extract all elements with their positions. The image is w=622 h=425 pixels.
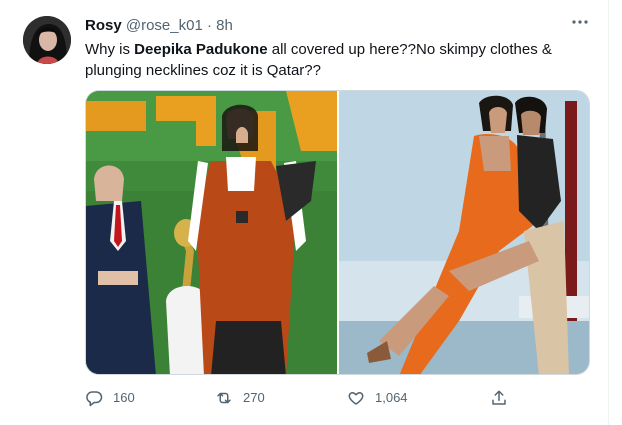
user-handle[interactable]: @rose_k01 [126, 17, 203, 34]
retweet-button[interactable]: 270 [215, 388, 265, 408]
tweet-text-mention: Deepika Padukone [134, 41, 268, 58]
reply-button[interactable]: 160 [85, 388, 135, 408]
timestamp[interactable]: 8h [216, 17, 233, 34]
reply-count: 160 [113, 390, 135, 405]
tweet-header: Rosy @rose_k01 · 8h [85, 17, 233, 35]
more-icon[interactable] [570, 12, 590, 32]
like-button[interactable]: 1,064 [347, 388, 408, 408]
media-image-left[interactable] [86, 91, 337, 374]
like-count: 1,064 [375, 390, 408, 405]
like-icon [348, 392, 364, 405]
share-icon [492, 390, 506, 405]
reply-icon [86, 391, 103, 407]
tweet-card[interactable]: Rosy @rose_k01 · 8h Why is Deepika Paduk… [0, 0, 609, 425]
media-image-right[interactable] [339, 91, 589, 374]
retweet-icon [217, 392, 231, 404]
action-bar: 160 270 1,064 [85, 388, 590, 408]
tweet-text-part1: Why is [85, 41, 135, 58]
share-button[interactable] [490, 388, 518, 408]
separator: · [206, 17, 212, 34]
retweet-count: 270 [243, 390, 265, 405]
tweet-media [85, 90, 590, 375]
display-name[interactable]: Rosy [85, 17, 122, 34]
avatar[interactable] [23, 16, 71, 64]
tweet-text: Why is Deepika Padukone all covered up h… [85, 39, 590, 81]
